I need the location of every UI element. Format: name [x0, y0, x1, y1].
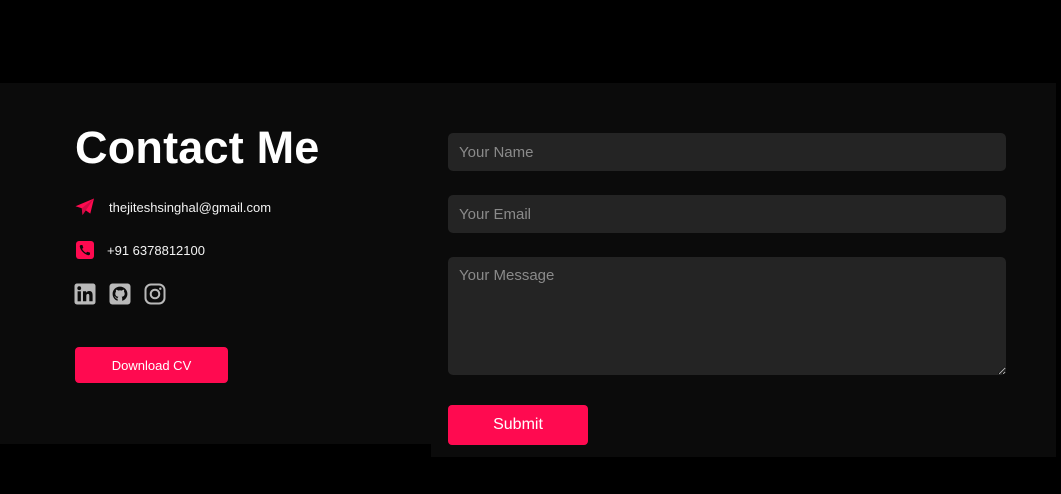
phone-row: +91 6378812100: [75, 240, 205, 260]
scrollbar-track: [1056, 83, 1061, 444]
instagram-icon[interactable]: [144, 283, 166, 305]
email-row: thejiteshsinghal@gmail.com: [75, 197, 271, 217]
page-title: Contact Me: [75, 122, 320, 173]
linkedin-icon[interactable]: [74, 283, 96, 305]
name-input[interactable]: [448, 133, 1006, 171]
download-cv-button[interactable]: Download CV: [75, 347, 228, 383]
social-links: [74, 283, 166, 305]
phone-text: +91 6378812100: [107, 242, 205, 258]
submit-button[interactable]: Submit: [448, 405, 588, 445]
email-text[interactable]: thejiteshsinghal@gmail.com: [109, 200, 271, 215]
github-icon[interactable]: [109, 283, 131, 305]
paper-plane-icon: [75, 197, 95, 217]
page: Contact Me thejiteshsinghal@gmail.com +9…: [0, 0, 1061, 494]
phone-icon: [75, 240, 95, 260]
email-input[interactable]: [448, 195, 1006, 233]
message-textarea[interactable]: [448, 257, 1006, 375]
